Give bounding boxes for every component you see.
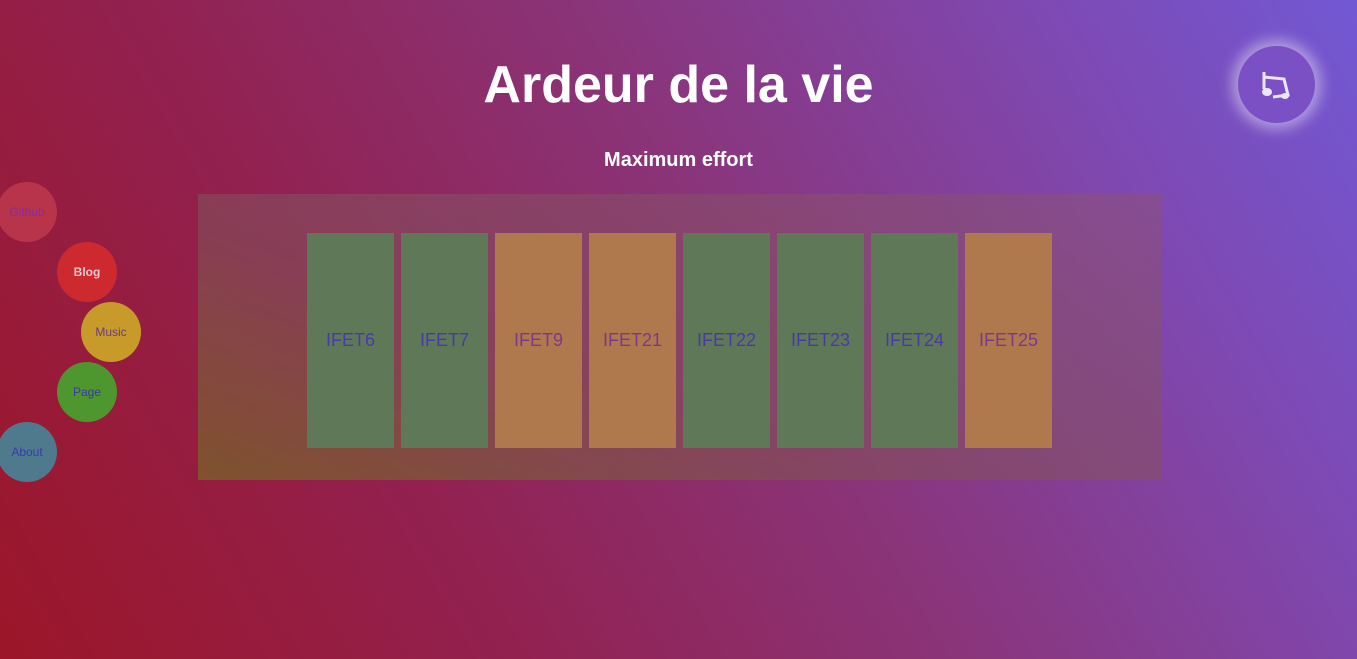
nav-github-link[interactable]: Github	[0, 182, 57, 242]
card-ifet25[interactable]: IFET25	[965, 233, 1052, 448]
card-ifet7[interactable]: IFET7	[401, 233, 488, 448]
card-ifet9[interactable]: IFET9	[495, 233, 582, 448]
card-ifet22[interactable]: IFET22	[683, 233, 770, 448]
card-ifet24[interactable]: IFET24	[871, 233, 958, 448]
music-toggle-button[interactable]	[1238, 46, 1315, 123]
page-title: Ardeur de la vie	[483, 56, 874, 114]
card-ifet23[interactable]: IFET23	[777, 233, 864, 448]
cards-list: IFET6 IFET7 IFET9 IFET21 IFET22 IFET23 I…	[307, 233, 1052, 448]
card-ifet21[interactable]: IFET21	[589, 233, 676, 448]
page-subtitle: Maximum effort	[604, 149, 753, 171]
card-ifet6[interactable]: IFET6	[307, 233, 394, 448]
nav-blog-link[interactable]: Blog	[57, 242, 117, 302]
nav-about-link[interactable]: About	[0, 422, 57, 482]
music-note-icon	[1261, 71, 1290, 99]
nav-music-link[interactable]: Music	[81, 302, 141, 362]
nav-page-link[interactable]: Page	[57, 362, 117, 422]
